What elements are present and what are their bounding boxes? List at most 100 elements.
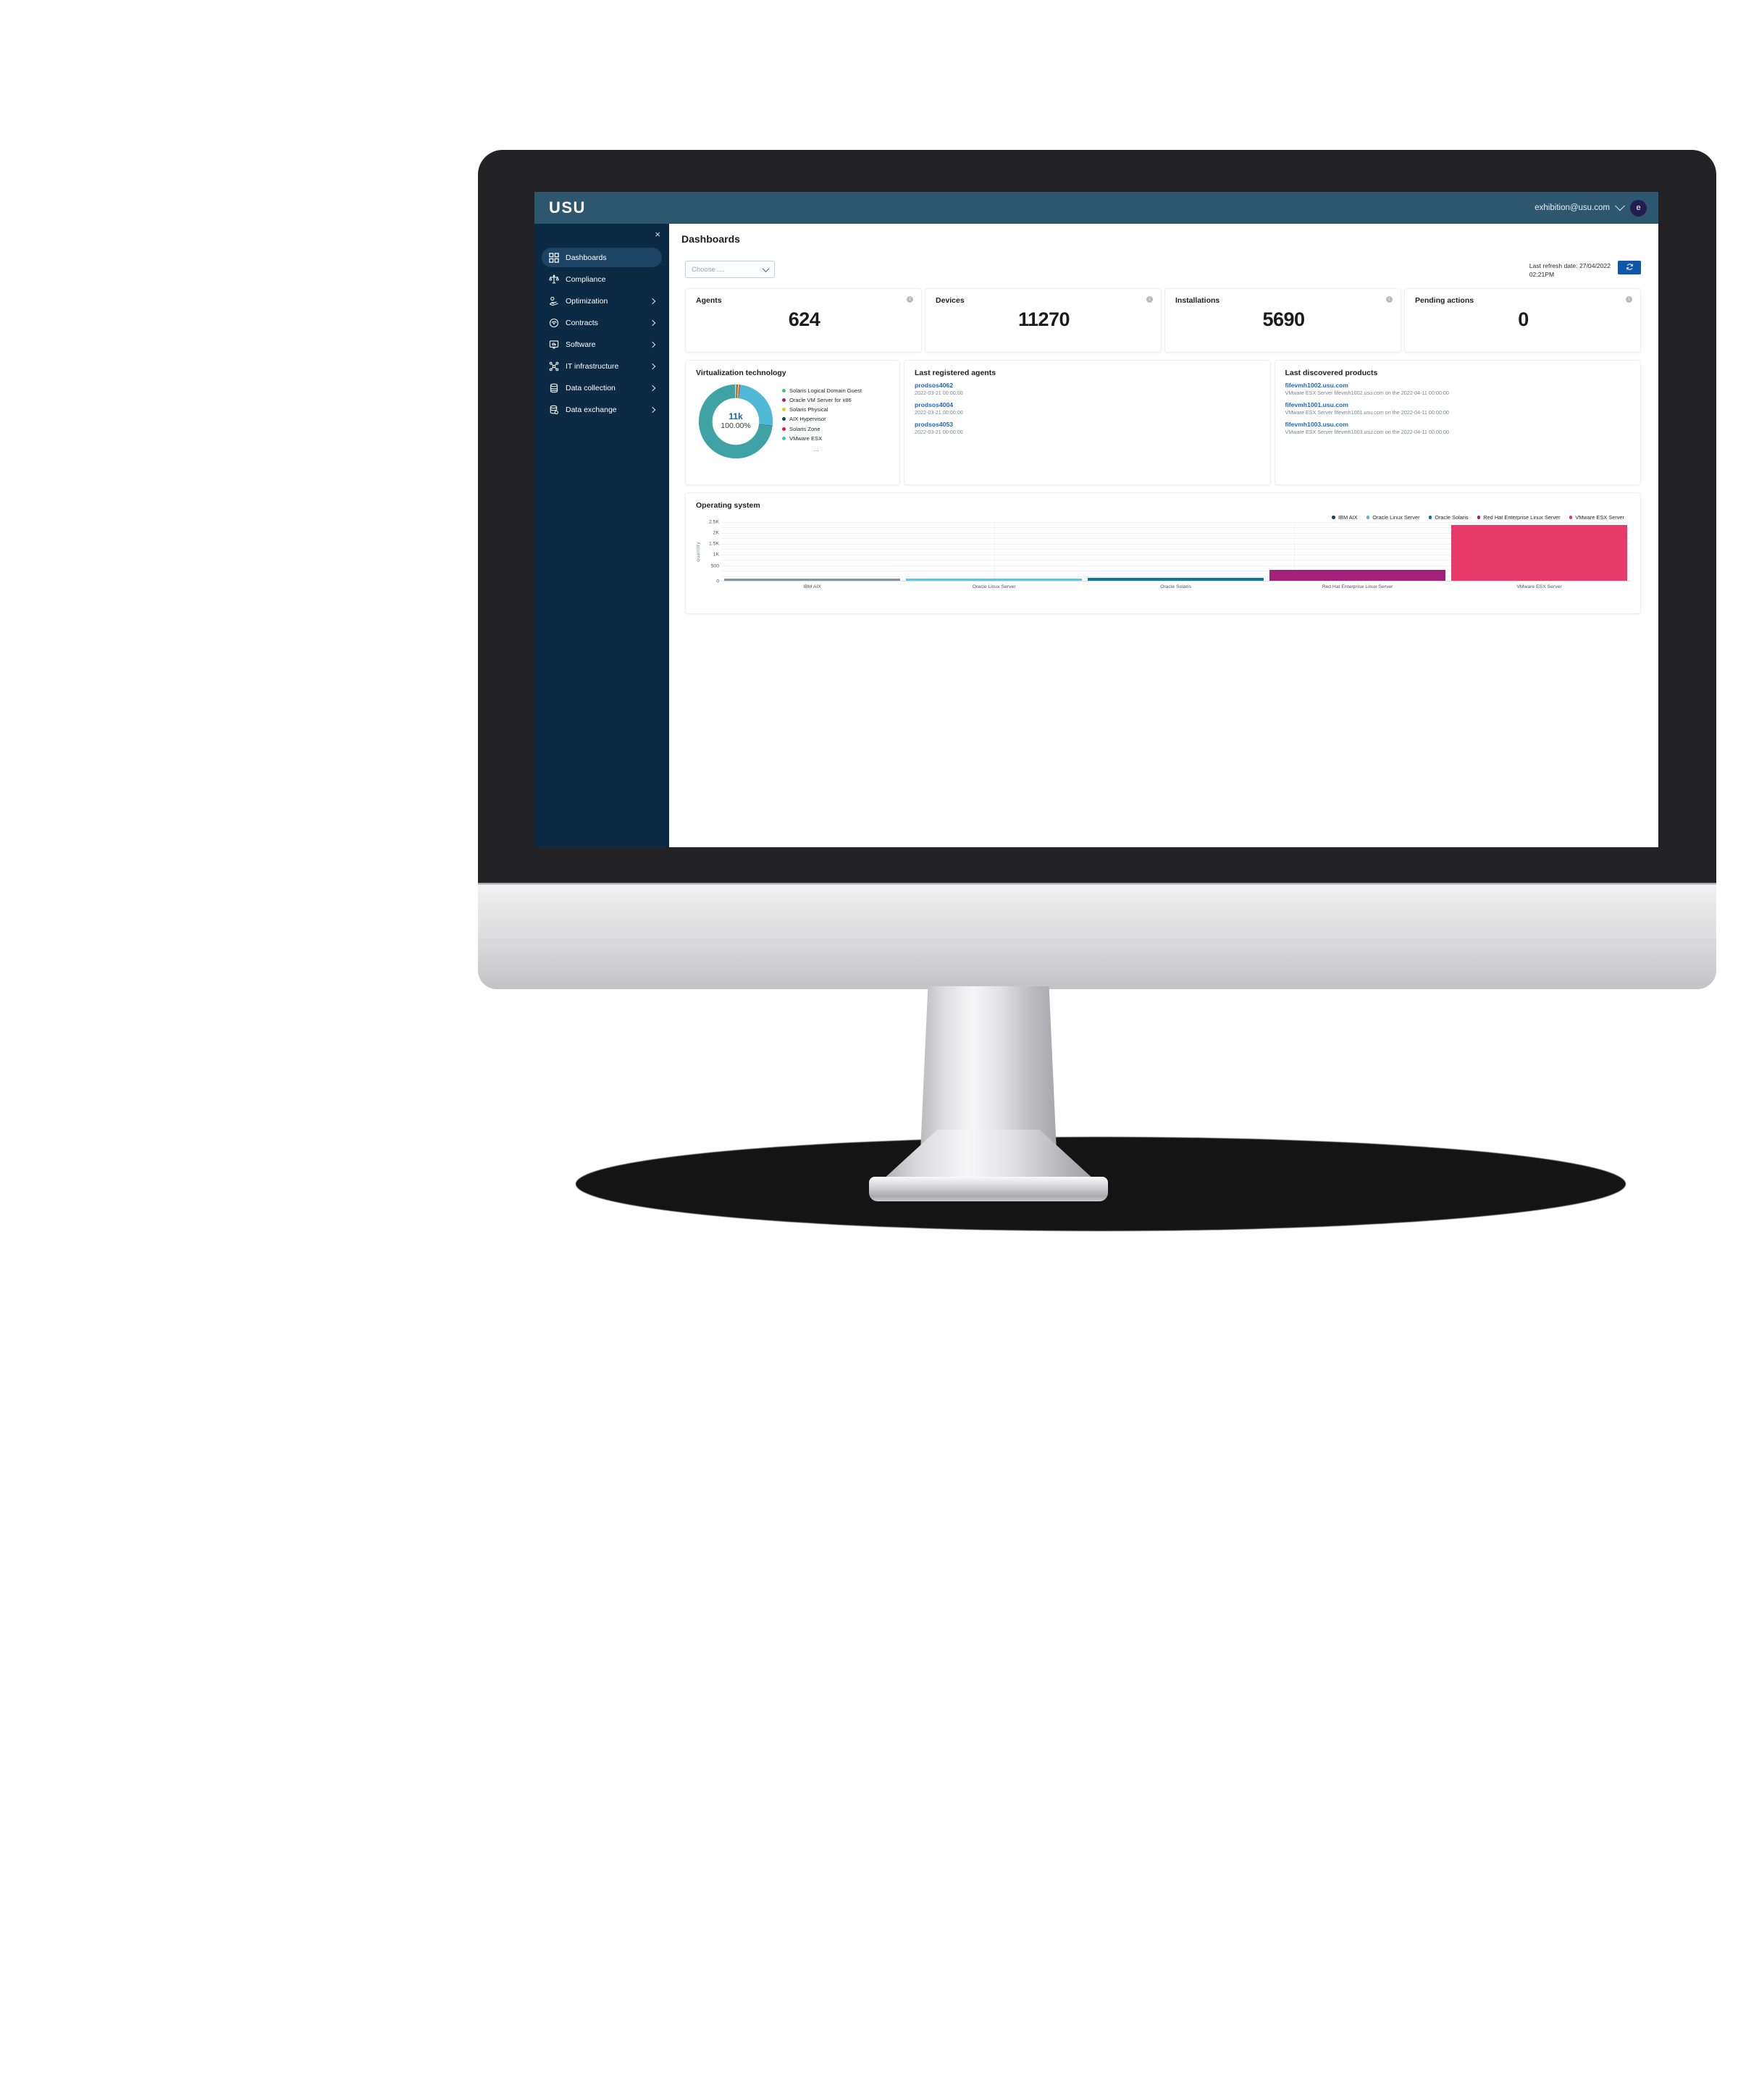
bar-chart: quantity 2.5K 2K 1.5K 1K 500 0 <box>696 519 1630 584</box>
x-tick-label: VMware ESX Server <box>1516 584 1562 589</box>
bar-group <box>721 522 1630 581</box>
bar-ibm-aix[interactable] <box>724 578 900 581</box>
sidebar-item-data-exchange[interactable]: Data exchange <box>542 400 662 419</box>
y-axis-ticks: 2.5K 2K 1.5K 1K 500 0 <box>702 519 721 584</box>
sidebar-item-label: Dashboards <box>566 253 607 262</box>
chevron-right-icon[interactable] <box>649 385 656 391</box>
agent-link[interactable]: prodsos4062 <box>915 382 1261 389</box>
plot-area <box>721 521 1630 581</box>
chevron-right-icon[interactable] <box>649 341 656 348</box>
chevron-down-icon[interactable] <box>1614 201 1626 211</box>
refresh-button[interactable] <box>1618 261 1641 274</box>
info-icon[interactable]: i <box>1146 295 1153 303</box>
bar-vmware-esx-server[interactable] <box>1451 524 1627 581</box>
legend-item[interactable]: AIX Hypervisor <box>782 416 862 422</box>
sidebar-item-it-infrastructure[interactable]: IT infrastructure <box>542 356 662 376</box>
sidebar-item-compliance[interactable]: Compliance <box>542 269 662 289</box>
donut-total-value: 11k <box>729 411 743 422</box>
legend-color-dot <box>1569 516 1573 519</box>
info-icon[interactable]: i <box>907 295 913 303</box>
panel-title: Last discovered products <box>1285 368 1378 377</box>
bar-slot <box>1448 522 1630 581</box>
sidebar-item-data-collection[interactable]: Data collection <box>542 378 662 398</box>
legend-item[interactable]: IBM AIX <box>1332 513 1358 521</box>
monitor-chin <box>478 885 1716 989</box>
kpi-value: 11270 <box>1017 308 1070 330</box>
kpi-title: Installations <box>1175 295 1220 305</box>
legend-item[interactable]: Oracle Solaris <box>1428 513 1469 521</box>
agent-link[interactable]: prodsos4004 <box>915 401 1261 408</box>
monitor-cloud-icon <box>548 339 559 350</box>
legend-label: VMware ESX <box>789 434 823 442</box>
agent-date: 2022-03-21 00:00:00 <box>915 408 963 416</box>
list-item: prodsos4053 2022-03-21 00:00:00 <box>915 421 1261 435</box>
legend-more-button[interactable]: … <box>813 446 862 453</box>
legend-item[interactable]: VMware ESX Server <box>1569 514 1624 521</box>
last-refresh-date: Last refresh date: 27/04/2022 <box>1529 262 1611 269</box>
sidebar-item-label: Contracts <box>566 318 598 327</box>
chevron-right-icon[interactable] <box>649 406 656 413</box>
info-icon[interactable]: i <box>1626 295 1632 303</box>
avatar[interactable]: e <box>1630 199 1647 217</box>
close-icon[interactable]: × <box>655 230 660 239</box>
product-link[interactable]: fifevmh1001.usu.com <box>1285 401 1632 408</box>
x-tick-label: Oracle Linux Server <box>972 584 1016 589</box>
list-item: fifevmh1003.usu.com VMware ESX Server fi… <box>1285 421 1632 435</box>
kpi-card-devices: Devices i 11270 <box>925 287 1162 353</box>
y-tick-label: 2K <box>713 530 719 536</box>
sidebar-item-contracts[interactable]: Contracts <box>542 313 662 332</box>
legend-item[interactable]: Solaris Zone <box>782 426 862 432</box>
sidebar-nav-list: Dashboards Compliance Optimization Contr… <box>534 248 669 421</box>
bar-red-hat-enterprise-linux-server[interactable] <box>1269 570 1445 581</box>
user-menu[interactable]: exhibition@usu.com e <box>1535 199 1647 217</box>
bar-oracle-solaris[interactable] <box>1088 577 1264 581</box>
legend-item[interactable]: Oracle VM Server for x86 <box>782 397 862 403</box>
legend-item[interactable]: Solaris Logical Domain Guest <box>782 387 862 394</box>
agent-date: 2022-03-21 00:00:00 <box>915 428 963 435</box>
y-tick-label: 1K <box>713 552 719 558</box>
legend-color-dot <box>1366 516 1370 519</box>
chevron-right-icon[interactable] <box>649 363 656 369</box>
legend-item[interactable]: Solaris Physical <box>782 406 862 413</box>
database-sync-icon <box>548 404 559 415</box>
sidebar: × Dashboards Compliance Optimization Con… <box>534 224 669 847</box>
donut-percent-value: 100.00% <box>721 421 751 431</box>
legend-item[interactable]: Oracle Linux Server <box>1366 514 1420 521</box>
legend-label: Solaris Logical Domain Guest <box>789 387 862 394</box>
sidebar-item-optimization[interactable]: Optimization <box>542 291 662 311</box>
dashboard-select[interactable]: Choose .... <box>685 261 775 278</box>
chevron-right-icon[interactable] <box>649 319 656 326</box>
database-icon <box>548 382 559 393</box>
bar-oracle-linux-server[interactable] <box>906 578 1082 581</box>
product-link[interactable]: fifevmh1002.usu.com <box>1285 382 1632 389</box>
legend-item[interactable]: Red Hat Enterprise Linux Server <box>1477 514 1561 521</box>
bar-slot <box>721 522 903 581</box>
kpi-value: 624 <box>788 308 820 330</box>
main-content: Dashboards Choose .... Last refresh date… <box>669 224 1658 847</box>
legend-label: Oracle Solaris <box>1435 513 1469 521</box>
sidebar-item-dashboards[interactable]: Dashboards <box>542 248 662 267</box>
chevron-right-icon[interactable] <box>649 298 656 304</box>
donut-chart[interactable]: 11k 100.00% <box>696 382 776 461</box>
panel-last-registered-agents: Last registered agents prodsos4062 2022-… <box>904 359 1271 485</box>
legend-color-dot <box>782 417 786 421</box>
product-link[interactable]: fifevmh1003.usu.com <box>1285 421 1632 428</box>
panel-virtualization-technology: Virtualization technology 11k 100.00% So… <box>685 359 900 485</box>
donut-legend: Solaris Logical Domain Guest Oracle VM S… <box>782 382 862 453</box>
sidebar-item-software[interactable]: Software <box>542 335 662 354</box>
app-body: × Dashboards Compliance Optimization Con… <box>534 224 1658 847</box>
y-tick-label: 500 <box>710 563 719 569</box>
top-navigation-bar: USU exhibition@usu.com e <box>534 192 1658 224</box>
legend-label: IBM AIX <box>1338 513 1358 521</box>
kpi-card-agents: Agents i 624 <box>685 287 922 353</box>
x-tick-label: IBM AIX <box>803 584 821 589</box>
legend-label: Oracle VM Server for x86 <box>789 397 852 404</box>
agent-link[interactable]: prodsos4053 <box>915 421 1261 428</box>
chevron-down-icon <box>762 264 770 272</box>
monitor-scene: USU exhibition@usu.com e × Dashboards Co… <box>0 0 1738 2100</box>
legend-item[interactable]: VMware ESX <box>782 435 862 442</box>
kpi-card-installations: Installations i 5690 <box>1164 287 1401 353</box>
user-email-label: exhibition@usu.com <box>1535 203 1610 212</box>
info-icon[interactable]: i <box>1386 295 1393 303</box>
kpi-card-pending-actions: Pending actions i 0 <box>1404 287 1641 353</box>
